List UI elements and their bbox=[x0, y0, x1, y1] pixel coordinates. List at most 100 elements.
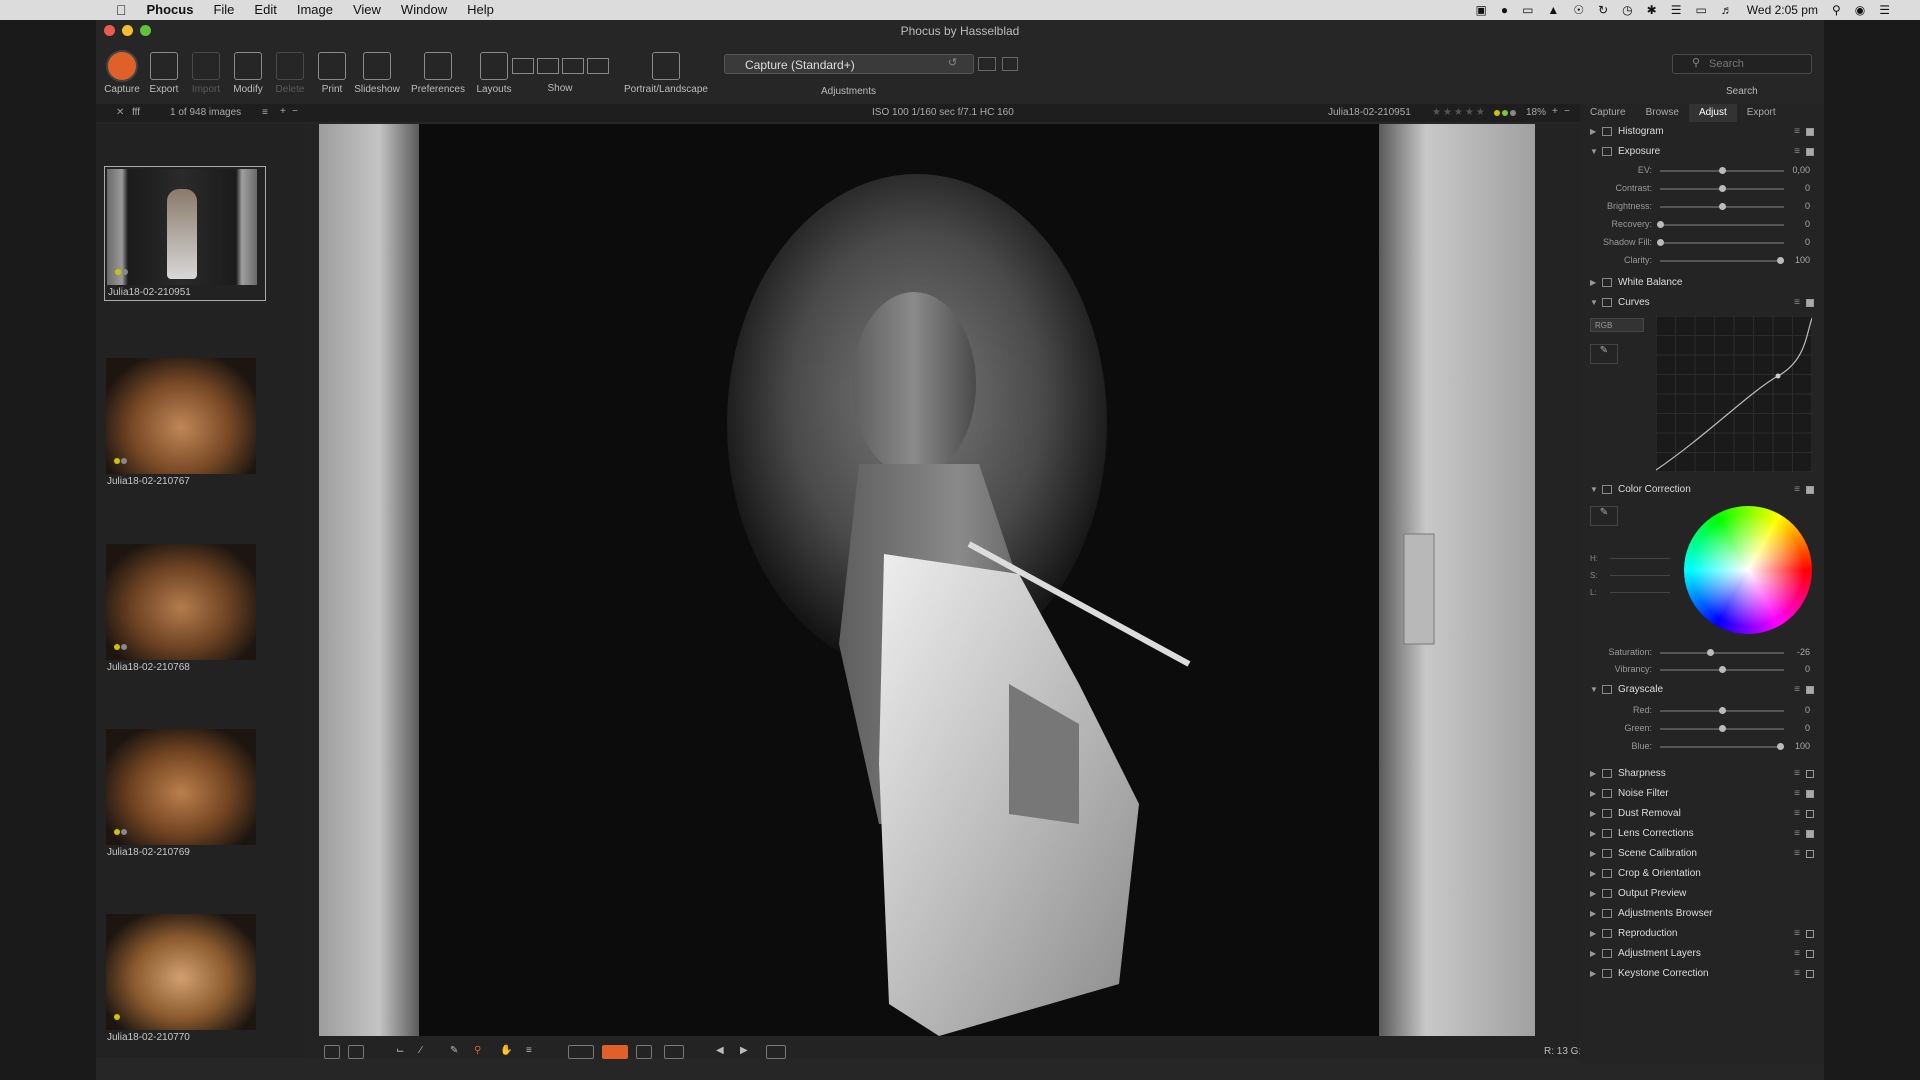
time-machine-icon[interactable]: ◷ bbox=[1622, 3, 1632, 17]
filter-label[interactable]: fff bbox=[132, 107, 140, 118]
menu-window[interactable]: Window bbox=[391, 0, 457, 20]
portrait-landscape-button[interactable]: Portrait/Landscape bbox=[616, 44, 716, 95]
brush-tool-icon[interactable]: ✎ bbox=[450, 1045, 466, 1059]
options-icon[interactable]: ≡ bbox=[1794, 786, 1800, 802]
options-icon[interactable]: ≡ bbox=[1794, 682, 1800, 698]
apple-menu-icon[interactable]:  bbox=[0, 0, 137, 20]
slider-value[interactable]: 0 bbox=[1805, 664, 1810, 674]
options-icon[interactable]: ≡ bbox=[1794, 926, 1800, 942]
section-noise-filter[interactable]: ▶ Noise Filter ≡ bbox=[1590, 786, 1816, 802]
options-icon[interactable]: ≡ bbox=[1794, 124, 1800, 140]
viewer-zoom-in-icon[interactable]: + bbox=[1552, 106, 1558, 117]
notification-center-icon[interactable]: ☰ bbox=[1879, 3, 1890, 17]
enable-checkbox[interactable] bbox=[1806, 486, 1814, 494]
slider-knob[interactable] bbox=[1719, 707, 1726, 714]
show-browser-icon[interactable] bbox=[561, 58, 584, 74]
curves-eyedropper-icon[interactable]: ✎ bbox=[1590, 344, 1618, 364]
overlay-toggle-icon[interactable] bbox=[568, 1045, 594, 1059]
bluetooth-icon[interactable]: ✱ bbox=[1647, 3, 1657, 17]
image-viewer[interactable] bbox=[304, 124, 1674, 1058]
tab-browse[interactable]: Browse bbox=[1636, 104, 1689, 122]
thumbnail[interactable]: Julia18-02-210770 bbox=[104, 914, 264, 1043]
accessibility-icon[interactable]: ☉ bbox=[1573, 3, 1584, 17]
color-eyedropper-icon[interactable]: ✎ bbox=[1590, 506, 1618, 526]
tab-adjust[interactable]: Adjust bbox=[1688, 104, 1737, 122]
menu-view[interactable]: View bbox=[343, 0, 391, 20]
menu-help[interactable]: Help bbox=[457, 0, 504, 20]
slider-knob[interactable] bbox=[1777, 257, 1785, 264]
previous-image-icon[interactable]: ◀ bbox=[716, 1045, 732, 1059]
slider-value[interactable]: 0,00 bbox=[1792, 165, 1810, 175]
exposure-warning-icon[interactable] bbox=[602, 1045, 628, 1059]
section-adjustments-browser[interactable]: ▶ Adjustments Browser bbox=[1590, 906, 1816, 922]
enable-checkbox[interactable] bbox=[1806, 930, 1814, 938]
section-scene-calibration[interactable]: ▶ Scene Calibration ≡ bbox=[1590, 846, 1816, 862]
slider-value[interactable]: 100 bbox=[1795, 255, 1810, 265]
slider-track[interactable] bbox=[1660, 224, 1784, 226]
section-crop-orientation[interactable]: ▶ Crop & Orientation bbox=[1590, 866, 1816, 882]
section-adjustment-layers[interactable]: ▶ Adjustment Layers ≡ bbox=[1590, 946, 1816, 962]
section-histogram[interactable]: ▶ Histogram ≡ bbox=[1590, 124, 1816, 140]
hand-tool-icon[interactable]: ✋ bbox=[500, 1045, 516, 1059]
section-color-correction[interactable]: ▼ Color Correction ≡ bbox=[1590, 482, 1816, 498]
loupe-tool-icon[interactable]: ⚲ bbox=[474, 1045, 490, 1059]
compare-icon[interactable] bbox=[978, 57, 996, 71]
strip-zoom-in-icon[interactable]: + bbox=[280, 106, 286, 117]
grid-icon[interactable] bbox=[636, 1045, 652, 1059]
enable-checkbox[interactable] bbox=[1806, 790, 1814, 798]
section-white-balance[interactable]: ▶ White Balance bbox=[1590, 275, 1816, 291]
capture-preset-dropdown[interactable]: Capture (Standard+) bbox=[724, 54, 974, 74]
color-tag-green[interactable] bbox=[1502, 110, 1508, 116]
options-icon[interactable]: ≡ bbox=[1794, 144, 1800, 160]
slider-track[interactable] bbox=[1660, 746, 1784, 748]
slider-value[interactable]: 0 bbox=[1805, 237, 1810, 247]
options-icon[interactable]: ≡ bbox=[1794, 966, 1800, 982]
slider-track[interactable] bbox=[1660, 652, 1784, 654]
volume-icon[interactable]: ♬ bbox=[1721, 3, 1733, 17]
slider-value[interactable]: 0 bbox=[1805, 723, 1810, 733]
strip-zoom-out-icon[interactable]: − bbox=[292, 106, 298, 117]
slider-value[interactable]: 100 bbox=[1795, 741, 1810, 751]
wifi-icon[interactable]: ☰ bbox=[1671, 3, 1682, 17]
thumbnail[interactable]: Julia18-02-210767 bbox=[104, 358, 264, 487]
thumbnail[interactable]: Julia18-02-210769 bbox=[104, 729, 264, 858]
slider-knob[interactable] bbox=[1657, 239, 1664, 246]
color-tag-gray[interactable] bbox=[1510, 110, 1516, 116]
clear-filter-icon[interactable]: ✕ bbox=[116, 107, 124, 118]
slider-knob[interactable] bbox=[1719, 725, 1726, 732]
enable-checkbox[interactable] bbox=[1806, 950, 1814, 958]
enable-checkbox[interactable] bbox=[1806, 128, 1814, 136]
options-icon[interactable]: ≡ bbox=[1794, 806, 1800, 822]
slider-value[interactable]: -26 bbox=[1797, 647, 1810, 657]
crop-tool-icon[interactable]: ⌙ bbox=[396, 1045, 412, 1059]
split-view-icon[interactable] bbox=[324, 1045, 340, 1059]
enable-checkbox[interactable] bbox=[1806, 850, 1814, 858]
section-sharpness[interactable]: ▶ Sharpness ≡ bbox=[1590, 766, 1816, 782]
section-grayscale[interactable]: ▼ Grayscale ≡ bbox=[1590, 682, 1816, 698]
options-icon[interactable]: ≡ bbox=[1794, 295, 1800, 311]
enable-checkbox[interactable] bbox=[1806, 686, 1814, 694]
straighten-tool-icon[interactable]: ∕ bbox=[420, 1045, 436, 1059]
main-photo[interactable] bbox=[319, 124, 1535, 1036]
slider-value[interactable]: 0 bbox=[1805, 219, 1810, 229]
tab-capture[interactable]: Capture bbox=[1580, 104, 1636, 122]
close-window-button[interactable] bbox=[104, 25, 115, 36]
section-reproduction[interactable]: ▶ Reproduction ≡ bbox=[1590, 926, 1816, 942]
menu-file[interactable]: File bbox=[203, 0, 244, 20]
mask-icon[interactable] bbox=[664, 1045, 684, 1059]
options-icon[interactable]: ≡ bbox=[1794, 766, 1800, 782]
section-output-preview[interactable]: ▶ Output Preview bbox=[1590, 886, 1816, 902]
preferences-button[interactable]: Preferences bbox=[408, 44, 468, 95]
thumbnail[interactable]: Julia18-02-210951 bbox=[104, 166, 266, 301]
creative-cloud-icon[interactable]: ● bbox=[1501, 3, 1508, 17]
section-dust-removal[interactable]: ▶ Dust Removal ≡ bbox=[1590, 806, 1816, 822]
enable-checkbox[interactable] bbox=[1806, 770, 1814, 778]
camera-icon[interactable]: ▣ bbox=[1475, 3, 1486, 17]
slider-knob[interactable] bbox=[1719, 666, 1726, 673]
hue-slider[interactable] bbox=[1610, 558, 1670, 559]
slider-knob[interactable] bbox=[1719, 203, 1726, 210]
enable-checkbox[interactable] bbox=[1806, 299, 1814, 307]
viewer-zoom-out-icon[interactable]: − bbox=[1564, 106, 1570, 117]
sync-icon[interactable]: ↻ bbox=[1598, 3, 1608, 17]
rating-stars[interactable]: ★★★★★ bbox=[1432, 107, 1487, 118]
